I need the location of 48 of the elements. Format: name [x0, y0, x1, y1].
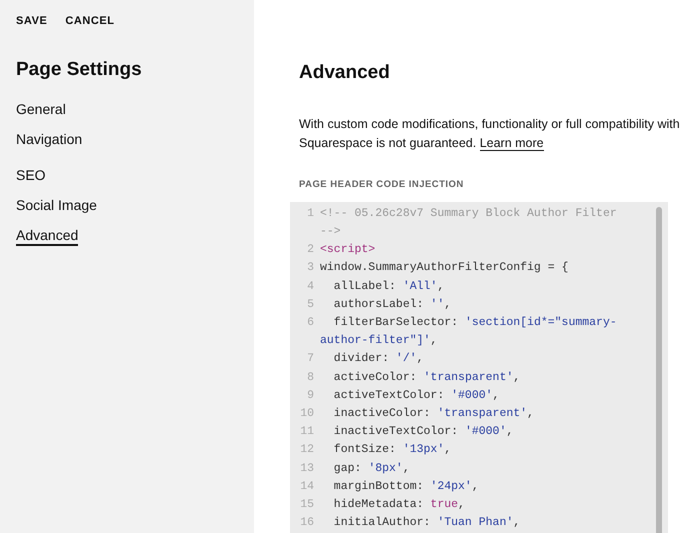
code-line: marginBottom: '24px', — [332, 478, 479, 495]
code-line: allLabel: 'All', — [332, 278, 444, 295]
line-number: 8 — [306, 370, 315, 386]
section-title: Advanced — [299, 61, 391, 85]
action-button[interactable]: CANCEL — [65, 13, 114, 30]
line-number: 10 — [299, 406, 315, 422]
nav-item[interactable]: SEO — [16, 166, 46, 186]
line-number: 11 — [299, 424, 315, 440]
code-line: <!-- 05.26c28v7 Summary Block Author Filter — [320, 206, 617, 222]
line-number: 7 — [306, 351, 315, 368]
code-line: initialAuthor: 'Tuan Phan', — [332, 515, 520, 532]
code-line: filterBarSelector: 'section[id*="summary- — [332, 314, 617, 331]
nav-item[interactable]: Advanced — [16, 226, 78, 246]
code-editor[interactable] — [290, 202, 668, 533]
line-number: 5 — [306, 296, 315, 313]
field-label: PAGE HEADER CODE INJECTION — [299, 178, 465, 192]
line-number: 4 — [306, 278, 315, 295]
code-line: fontSize: '13px', — [332, 442, 452, 458]
code-line: author-filter"]', — [320, 333, 438, 350]
code-line: --> — [320, 224, 342, 240]
line-number: 15 — [299, 497, 315, 513]
page-title: Page Settings — [16, 58, 143, 82]
code-line: window.SummaryAuthorFilterConfig = { — [320, 260, 568, 276]
line-number: 6 — [306, 314, 315, 331]
code-line: gap: '8px', — [332, 460, 410, 477]
code-line: activeTextColor: '#000', — [332, 388, 500, 404]
scrollbar-thumb[interactable] — [656, 206, 662, 533]
description-text: With custom code modifications, functionality or full compatibility with Squarespace is not guaranteed. Learn more — [299, 116, 681, 152]
learn-more-link[interactable]: Learn more — [480, 136, 544, 150]
nav-item[interactable]: Social Image — [16, 196, 97, 216]
code-line: inactiveColor: 'transparent', — [332, 406, 534, 422]
nav-item[interactable]: Navigation — [16, 130, 82, 150]
nav-item[interactable]: General — [16, 100, 66, 120]
line-number: 14 — [299, 478, 315, 495]
line-number: 2 — [306, 242, 315, 258]
line-number: 13 — [299, 460, 315, 477]
code-line: activeColor: 'transparent', — [332, 370, 520, 386]
code-line: divider: '/', — [332, 351, 424, 368]
line-number: 12 — [299, 442, 315, 458]
action-button[interactable]: SAVE — [16, 13, 48, 30]
code-line: hideMetadata: true, — [332, 497, 465, 513]
code-line: authorsLabel: '', — [332, 296, 452, 313]
code-line: inactiveTextColor: '#000', — [332, 424, 514, 440]
code-line: <script> — [320, 242, 376, 258]
line-number: 3 — [306, 260, 315, 276]
line-number: 9 — [306, 388, 315, 404]
line-number: 1 — [306, 206, 315, 222]
line-number: 16 — [299, 515, 315, 532]
